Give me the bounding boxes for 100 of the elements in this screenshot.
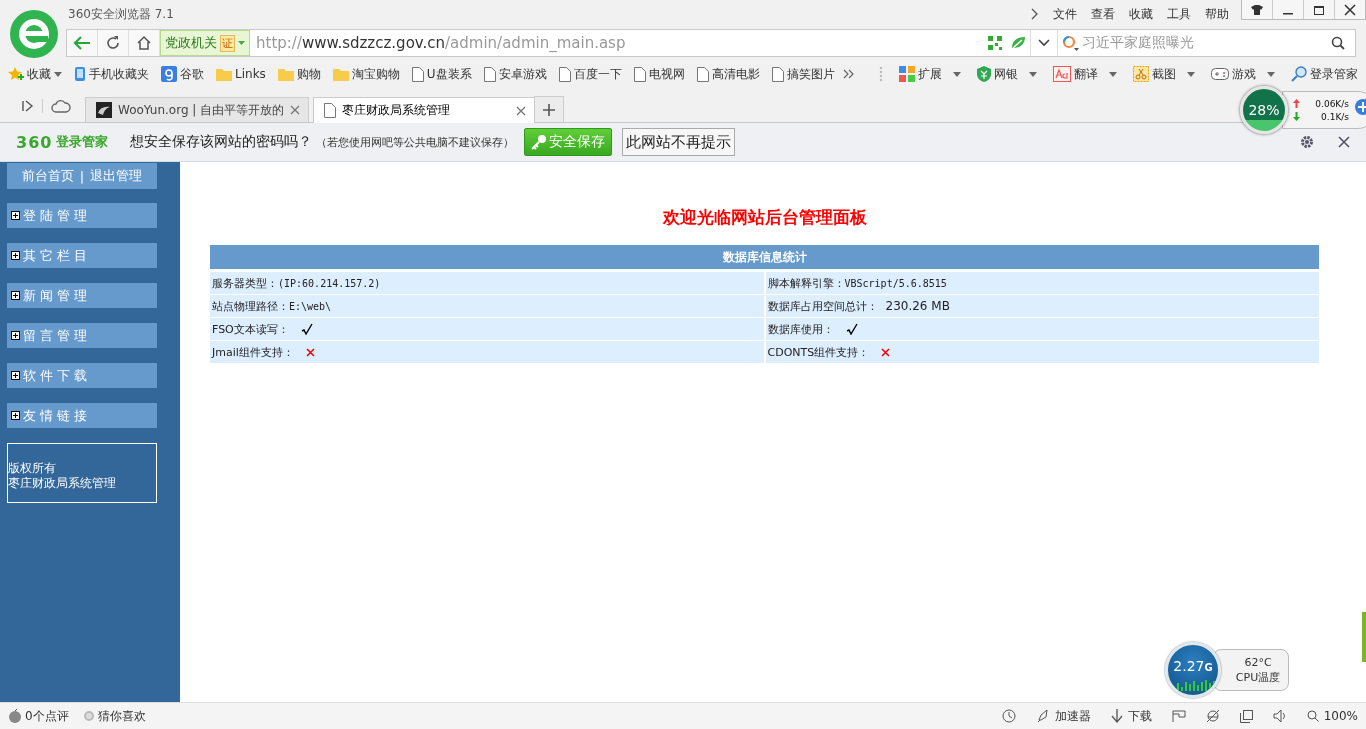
- upload-speed: 0.06K/s: [1315, 98, 1349, 109]
- status-icon-button[interactable]: [1239, 709, 1253, 723]
- toolbar-button[interactable]: 游戏: [1211, 65, 1275, 83]
- back-button[interactable]: [67, 30, 98, 56]
- menu-item[interactable]: 帮助: [1205, 5, 1229, 23]
- bookmark[interactable]: U盘装系: [411, 65, 472, 83]
- status-icon-button[interactable]: [1205, 709, 1220, 723]
- browser-tab[interactable]: WooYun.org | 自由平等开放的: [85, 97, 310, 122]
- copyright-text: 枣庄财政局系统管理: [8, 476, 117, 491]
- translate-icon: [1053, 66, 1071, 82]
- page-heading: 欢迎光临网站后台管理面板: [661, 206, 868, 229]
- bookmark[interactable]: 购物: [277, 65, 321, 83]
- app-icon: [161, 66, 177, 82]
- chevron-right-icon[interactable]: [1031, 8, 1039, 20]
- settings-icon[interactable]: [1300, 135, 1314, 149]
- shield-icon: [977, 66, 991, 82]
- bookmark[interactable]: 谷歌: [161, 65, 204, 83]
- status-button[interactable]: 下载: [1110, 707, 1152, 725]
- status-icon-button[interactable]: [1272, 709, 1287, 723]
- status-icon-button[interactable]: [1171, 710, 1186, 722]
- bookmark[interactable]: Links: [216, 67, 266, 81]
- gamepad-icon: [1211, 67, 1229, 81]
- status-button[interactable]: 100%: [1306, 709, 1358, 723]
- leaf-icon[interactable]: [1010, 36, 1026, 50]
- brand-name: 登录管家: [56, 133, 109, 151]
- menu-item[interactable]: 文件: [1053, 5, 1077, 23]
- new-tab-button[interactable]: [534, 96, 565, 122]
- expand-icon[interactable]: [11, 411, 20, 420]
- status-button[interactable]: 加速器: [1035, 707, 1091, 725]
- expand-icon[interactable]: [11, 251, 20, 260]
- memory-percent: 28%: [1248, 102, 1280, 118]
- toolbar-button[interactable]: 翻译: [1053, 65, 1117, 83]
- bookmark[interactable]: 搞笑图片: [771, 65, 835, 83]
- status-item[interactable]: 0个点评: [8, 707, 69, 725]
- bookmark[interactable]: 安卓游戏: [483, 65, 547, 83]
- bookmark[interactable]: 电视网: [633, 65, 685, 83]
- home-button[interactable]: [129, 30, 160, 56]
- toolbar-button[interactable]: 截图: [1133, 65, 1195, 83]
- back-arrow-icon: [73, 35, 91, 51]
- key-icon: [531, 134, 548, 150]
- download-arrow-icon: [1293, 112, 1300, 121]
- bookmark[interactable]: 手机收藏夹: [74, 65, 149, 83]
- clock-icon: [1001, 709, 1016, 723]
- toolbar-button[interactable]: 扩展: [899, 65, 961, 83]
- bookmark[interactable]: 高清电影: [696, 65, 760, 83]
- prompt-note: （若您使用网吧等公共电脑不建议保存）: [316, 134, 515, 150]
- browser-icon: [1205, 709, 1220, 723]
- search-icon[interactable]: [1331, 36, 1345, 50]
- fruit-icon: [8, 709, 22, 723]
- cell-label: 数据库使用：: [767, 321, 834, 337]
- dot-icon: [82, 710, 95, 722]
- bookmark[interactable]: 收藏: [8, 65, 62, 83]
- expand-icon[interactable]: [11, 291, 20, 300]
- menu-item[interactable]: 收藏: [1129, 5, 1153, 23]
- close-tab-icon[interactable]: [290, 105, 301, 115]
- page-icon: [558, 66, 571, 82]
- bookmark[interactable]: 百度一下: [558, 65, 622, 83]
- close-tab-icon[interactable]: [516, 105, 527, 116]
- phone-icon: [74, 66, 86, 82]
- reload-button[interactable]: [98, 30, 129, 56]
- folder-icon: [277, 67, 294, 81]
- page-icon: [324, 103, 337, 118]
- expand-icon[interactable]: [11, 331, 20, 340]
- bookmark[interactable]: 淘宝购物: [332, 65, 400, 83]
- cell-label: 脚本解释引擎：: [767, 275, 845, 291]
- cloud-icon[interactable]: [51, 99, 71, 113]
- speaker-icon: [1272, 709, 1287, 723]
- caret-icon: [238, 41, 245, 45]
- folder-icon: [332, 67, 349, 81]
- cpu-widget[interactable]: 2.27G 62°C CPU温度: [1165, 642, 1289, 698]
- more-bookmarks-icon[interactable]: [842, 69, 855, 79]
- favicon-icon: [96, 102, 112, 118]
- sidebar-toggle-icon[interactable]: [22, 100, 34, 112]
- window-title: 360安全浏览器 7.1: [68, 5, 174, 23]
- page-icon: [696, 66, 709, 82]
- cell-value: E:\web\: [289, 300, 332, 312]
- cpu-temperature: 62°C: [1244, 655, 1272, 670]
- menu-item[interactable]: 查看: [1091, 5, 1115, 23]
- scissors-icon: [1133, 66, 1149, 82]
- browser-logo-icon: [10, 10, 58, 58]
- flag-icon: [1171, 710, 1186, 722]
- site-badge[interactable]: 党政机关 证: [160, 30, 250, 56]
- address-field[interactable]: http://www.sdzzcz.gov.cn/admin/admin_main.asp: [250, 34, 984, 52]
- cell-label: 服务器类型：: [212, 275, 278, 291]
- status-icon-button[interactable]: [1001, 709, 1016, 723]
- expand-icon[interactable]: [11, 371, 20, 380]
- cell-value: 230.26 MB: [885, 299, 950, 313]
- folder-icon: [216, 67, 232, 81]
- copyright-text: 版权所有: [8, 461, 57, 476]
- toolbar-button[interactable]: 网银: [977, 65, 1037, 83]
- menu-item[interactable]: 工具: [1167, 5, 1191, 23]
- never-remind-button[interactable]: 此网站不再提示: [622, 128, 736, 156]
- toolbar-button[interactable]: 登录管家: [1291, 65, 1358, 83]
- close-icon[interactable]: [1338, 136, 1350, 148]
- cell-label: 站点物理路径：: [212, 298, 289, 314]
- browser-tab[interactable]: 枣庄财政局系统管理: [313, 97, 536, 123]
- qr-code-icon[interactable]: [988, 36, 1002, 50]
- expand-icon[interactable]: [11, 211, 20, 220]
- status-item[interactable]: 猜你喜欢: [82, 707, 146, 725]
- search-engine-icon[interactable]: [1062, 35, 1080, 51]
